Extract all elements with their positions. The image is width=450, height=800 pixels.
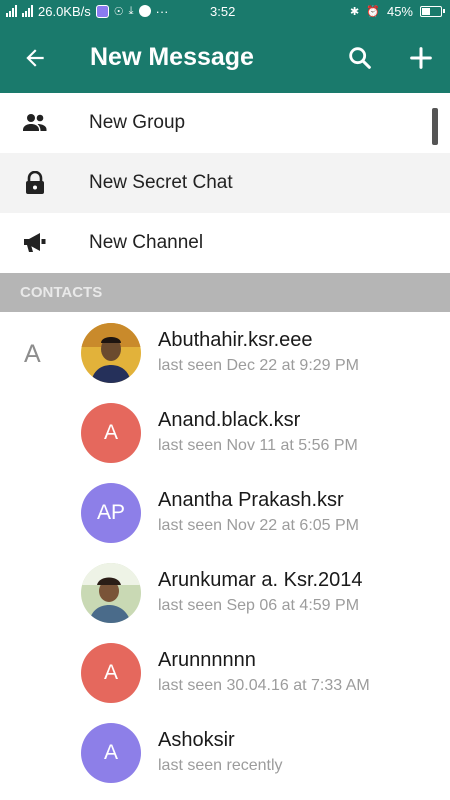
download-icon: ⤓ <box>128 4 134 17</box>
contact-name: Ashoksir <box>158 729 235 751</box>
signal-icon <box>6 5 17 17</box>
battery-percent: 45% <box>386 3 413 19</box>
contact-last-seen: last seen Sep 06 at 4:59 PM <box>158 597 360 614</box>
contact-name: Arunnnnnn <box>158 649 256 671</box>
avatar: A <box>81 643 141 703</box>
contact-last-seen: last seen Nov 11 at 5:56 PM <box>158 437 358 454</box>
whatsapp-icon <box>138 5 151 17</box>
avatar <box>81 323 141 383</box>
contact-last-seen: last seen 30.04.16 at 7:33 AM <box>158 677 370 694</box>
plus-icon <box>410 47 432 69</box>
app-bar: New Message <box>0 22 450 93</box>
contact-name: Anantha Prakash.ksr <box>158 489 344 511</box>
alarm-icon: ⏰ <box>366 5 380 18</box>
new-channel-label: New Channel <box>89 232 204 253</box>
new-group-label: New Group <box>89 112 186 133</box>
avatar-initials: A <box>103 741 118 764</box>
contact-last-seen: last seen recently <box>158 757 283 774</box>
sync-icon: ☉ <box>113 5 124 18</box>
contact-name: Anand.black.ksr <box>158 409 301 431</box>
avatar-initials: A <box>103 661 118 684</box>
status-bar: 26.0KB/s ☉ ⤓ ··· 3:52 ✱ ⏰ 45% <box>0 0 450 22</box>
person-photo-icon <box>81 563 141 623</box>
app-notification-icon <box>95 4 109 18</box>
contacts-section-header: CONTACTS <box>0 273 450 312</box>
search-button[interactable] <box>346 44 374 72</box>
contact-row[interactable]: A Arunnnnnn last seen 30.04.16 at 7:33 A… <box>0 633 450 713</box>
bluetooth-icon: ✱ <box>350 5 360 18</box>
contact-last-seen: last seen Nov 22 at 6:05 PM <box>158 517 359 534</box>
person-photo-icon <box>81 323 141 383</box>
lock-icon <box>26 171 44 194</box>
avatar-initials: A <box>103 421 118 444</box>
avatar: A <box>81 723 141 783</box>
new-channel-item[interactable]: New Channel <box>0 213 450 273</box>
contact-name: Abuthahir.ksr.eee <box>158 329 313 351</box>
contact-row[interactable]: A Anand.black.ksr last seen Nov 11 at 5:… <box>0 393 450 473</box>
network-speed: 26.0KB/s <box>38 3 91 19</box>
new-secret-chat-item[interactable]: New Secret Chat <box>0 153 450 213</box>
contact-row[interactable]: Abuthahir.ksr.eee last seen Dec 22 at 9:… <box>0 313 450 393</box>
avatar: AP <box>81 483 141 543</box>
arrow-left-icon <box>26 49 44 67</box>
more-notifications-icon: ··· <box>155 3 169 19</box>
status-bar-left: 26.0KB/s ☉ ⤓ ··· <box>6 4 169 19</box>
new-group-item[interactable]: New Group <box>0 93 450 153</box>
contact-name: Arunkumar a. Ksr.2014 <box>158 569 363 591</box>
status-bar-right: ✱ ⏰ 45% <box>350 0 445 22</box>
search-icon <box>349 47 371 69</box>
page-title: New Message <box>90 43 254 71</box>
contact-row[interactable]: Arunkumar a. Ksr.2014 last seen Sep 06 a… <box>0 553 450 633</box>
battery-icon <box>420 5 445 17</box>
contacts-header-label: CONTACTS <box>20 284 103 301</box>
clock: 3:52 <box>210 3 236 19</box>
contact-row[interactable]: A Ashoksir last seen recently <box>0 713 450 793</box>
back-button[interactable] <box>22 45 48 71</box>
status-bar-center: 3:52 <box>210 0 235 22</box>
signal-icon-2 <box>22 5 33 17</box>
new-secret-chat-label: New Secret Chat <box>89 172 233 193</box>
scrollbar-thumb[interactable] <box>432 108 438 145</box>
avatar: A <box>81 403 141 463</box>
add-contact-button[interactable] <box>407 44 435 72</box>
megaphone-icon <box>24 233 46 252</box>
contact-last-seen: last seen Dec 22 at 9:29 PM <box>158 357 359 374</box>
contact-row[interactable]: AP Anantha Prakash.ksr last seen Nov 22 … <box>0 473 450 553</box>
avatar <box>81 563 141 623</box>
group-icon <box>23 114 47 131</box>
avatar-initials: AP <box>96 501 125 524</box>
